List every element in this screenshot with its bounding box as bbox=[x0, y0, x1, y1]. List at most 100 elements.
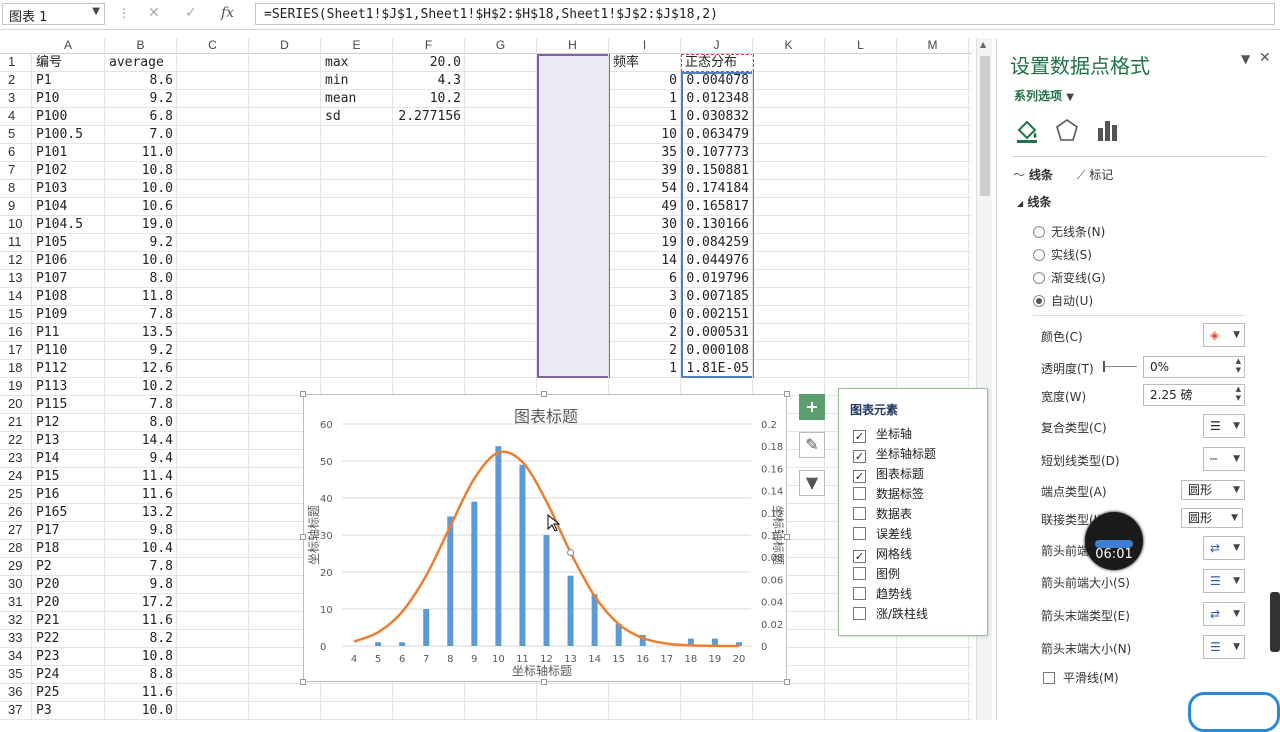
bar[interactable] bbox=[495, 446, 501, 646]
cell-B1[interactable]: average bbox=[105, 54, 177, 72]
row-number[interactable]: 14 bbox=[0, 288, 32, 306]
bar[interactable] bbox=[399, 642, 405, 646]
cell-B6[interactable]: 11.0 bbox=[105, 144, 177, 162]
cell-B27[interactable]: 9.8 bbox=[105, 522, 177, 540]
unchecked-checkbox-icon[interactable] bbox=[853, 567, 866, 580]
chart-element-item[interactable]: ✓图表标题 bbox=[853, 465, 924, 483]
row-number[interactable]: 27 bbox=[0, 522, 32, 540]
cell-B8[interactable]: 10.0 bbox=[105, 180, 177, 198]
cell-I7[interactable]: 39 bbox=[609, 162, 681, 180]
cell-A11[interactable]: P105 bbox=[32, 234, 105, 252]
row-number[interactable]: 11 bbox=[0, 234, 32, 252]
row-number[interactable]: 25 bbox=[0, 486, 32, 504]
checkbox-box[interactable] bbox=[1043, 672, 1055, 684]
cell-B16[interactable]: 13.5 bbox=[105, 324, 177, 342]
chart-resize-handle[interactable] bbox=[784, 679, 790, 685]
cancel-icon[interactable]: ✕ bbox=[148, 5, 160, 21]
cell-B2[interactable]: 8.6 bbox=[105, 72, 177, 90]
pane-menu-chevron-icon[interactable]: ▼ bbox=[1241, 52, 1250, 66]
row-number[interactable]: 10 bbox=[0, 216, 32, 234]
line-section-header[interactable]: ◢ 线条 bbox=[1017, 193, 1051, 210]
cell-B3[interactable]: 9.2 bbox=[105, 90, 177, 108]
cell-A8[interactable]: P103 bbox=[32, 180, 105, 198]
transparency-input[interactable]: 0%▲▼ bbox=[1143, 356, 1245, 378]
selected-point-handle[interactable] bbox=[568, 549, 574, 555]
column-header-M[interactable]: M bbox=[897, 38, 969, 54]
column-header-G[interactable]: G bbox=[465, 38, 537, 54]
cell-A28[interactable]: P18 bbox=[32, 540, 105, 558]
row-number[interactable]: 4 bbox=[0, 108, 32, 126]
cell-I12[interactable]: 14 bbox=[609, 252, 681, 270]
cell-B29[interactable]: 7.8 bbox=[105, 558, 177, 576]
enter-icon[interactable]: ✓ bbox=[185, 5, 197, 21]
cell-I3[interactable]: 1 bbox=[609, 90, 681, 108]
cell-B15[interactable]: 7.8 bbox=[105, 306, 177, 324]
column-header-D[interactable]: D bbox=[249, 38, 321, 54]
row-number[interactable]: 13 bbox=[0, 270, 32, 288]
tab-marker[interactable]: ⟋ 标记 bbox=[1077, 166, 1113, 183]
radio-icon[interactable] bbox=[1033, 295, 1045, 307]
column-header-A[interactable]: A bbox=[32, 38, 105, 54]
chart-filter-icon[interactable]: ▼ bbox=[799, 470, 825, 496]
line-radio-option[interactable]: 实线(S) bbox=[1033, 246, 1092, 263]
arrow-end-size-button[interactable]: ☰▼ bbox=[1203, 635, 1245, 659]
column-header-E[interactable]: E bbox=[321, 38, 393, 54]
chart-element-item[interactable]: ✓坐标轴 bbox=[853, 425, 912, 443]
row-number[interactable]: 26 bbox=[0, 504, 32, 522]
row-number[interactable]: 33 bbox=[0, 630, 32, 648]
formula-input[interactable]: =SERIES(Sheet1!$J$1,Sheet1!$H$2:$H$18,Sh… bbox=[255, 3, 1275, 25]
cell-A7[interactable]: P102 bbox=[32, 162, 105, 180]
chart-element-item[interactable]: 数据表 bbox=[853, 505, 912, 523]
chart-elements-button[interactable]: + bbox=[799, 394, 825, 420]
cell-B24[interactable]: 11.4 bbox=[105, 468, 177, 486]
row-number[interactable]: 15 bbox=[0, 306, 32, 324]
chart-element-item[interactable]: 趋势线 bbox=[853, 585, 912, 603]
row-number[interactable]: 36 bbox=[0, 684, 32, 702]
row-number[interactable]: 12 bbox=[0, 252, 32, 270]
cell-I6[interactable]: 35 bbox=[609, 144, 681, 162]
cell-F1[interactable]: 20.0 bbox=[393, 54, 465, 72]
cell-A36[interactable]: P25 bbox=[32, 684, 105, 702]
checked-checkbox-icon[interactable]: ✓ bbox=[853, 430, 866, 443]
cell-A37[interactable]: P3 bbox=[32, 702, 105, 720]
cell-B22[interactable]: 14.4 bbox=[105, 432, 177, 450]
chevron-down-icon[interactable]: ▼ bbox=[92, 6, 100, 17]
cell-A10[interactable]: P104.5 bbox=[32, 216, 105, 234]
row-number[interactable]: 34 bbox=[0, 648, 32, 666]
smooth-line-checkbox[interactable]: 平滑线(M) bbox=[1043, 669, 1119, 686]
cell-A34[interactable]: P23 bbox=[32, 648, 105, 666]
cell-B35[interactable]: 8.8 bbox=[105, 666, 177, 684]
row-number[interactable]: 16 bbox=[0, 324, 32, 342]
chart-element-item[interactable]: 图例 bbox=[853, 565, 900, 583]
cell-I2[interactable]: 0 bbox=[609, 72, 681, 90]
chart-element-item[interactable]: 涨/跌柱线 bbox=[853, 605, 928, 623]
bar[interactable] bbox=[568, 576, 574, 646]
cell-F2[interactable]: 4.3 bbox=[393, 72, 465, 90]
cell-E3[interactable]: mean bbox=[321, 90, 393, 108]
cell-A35[interactable]: P24 bbox=[32, 666, 105, 684]
unchecked-checkbox-icon[interactable] bbox=[853, 587, 866, 600]
row-number[interactable]: 6 bbox=[0, 144, 32, 162]
cell-A3[interactable]: P10 bbox=[32, 90, 105, 108]
row-number[interactable]: 28 bbox=[0, 540, 32, 558]
transparency-slider[interactable] bbox=[1103, 366, 1137, 367]
cell-A26[interactable]: P165 bbox=[32, 504, 105, 522]
row-number[interactable]: 20 bbox=[0, 396, 32, 414]
floating-assistant-bubble[interactable] bbox=[1188, 692, 1280, 732]
row-number[interactable]: 1 bbox=[0, 54, 32, 72]
fill-line-icon[interactable] bbox=[1013, 116, 1041, 144]
row-number[interactable]: 22 bbox=[0, 432, 32, 450]
cell-I18[interactable]: 1 bbox=[609, 360, 681, 378]
cell-B14[interactable]: 11.8 bbox=[105, 288, 177, 306]
cell-B5[interactable]: 7.0 bbox=[105, 126, 177, 144]
cell-B20[interactable]: 7.8 bbox=[105, 396, 177, 414]
cell-B26[interactable]: 13.2 bbox=[105, 504, 177, 522]
chart[interactable]: 010203040506000.020.040.060.080.10.120.1… bbox=[303, 394, 787, 682]
line-radio-option[interactable]: 自动(U) bbox=[1033, 292, 1093, 309]
radio-icon[interactable] bbox=[1033, 272, 1045, 284]
row-number[interactable]: 30 bbox=[0, 576, 32, 594]
line-radio-option[interactable]: 无线条(N) bbox=[1033, 223, 1105, 240]
cell-B13[interactable]: 8.0 bbox=[105, 270, 177, 288]
cell-B17[interactable]: 9.2 bbox=[105, 342, 177, 360]
name-box[interactable]: 图表 1▼ bbox=[2, 3, 105, 25]
